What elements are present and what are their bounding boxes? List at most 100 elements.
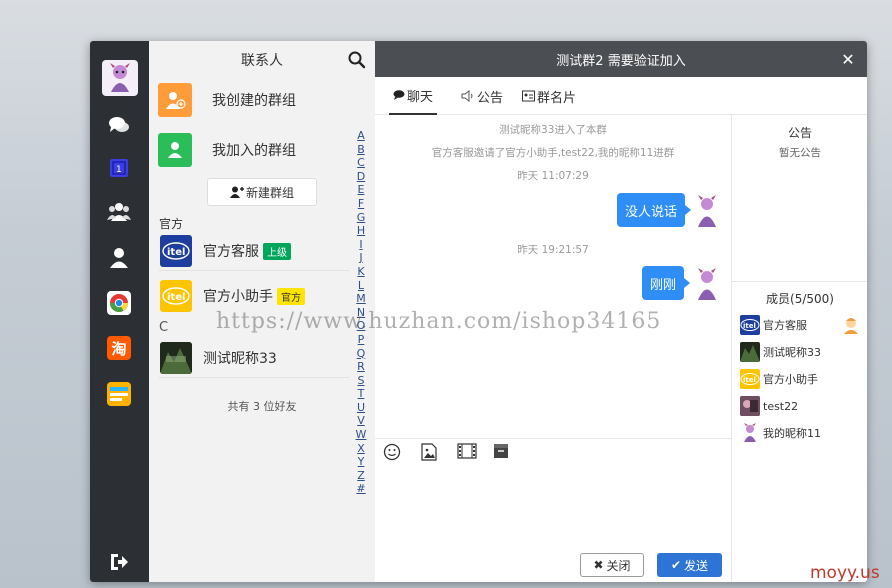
friend-count: 共有 3 位好友: [227, 400, 297, 413]
svg-text:itel: itel: [167, 292, 185, 303]
send-button[interactable]: ✔ 发送: [657, 553, 722, 577]
my-avatar[interactable]: [102, 60, 138, 96]
close-button-label: 关闭: [606, 558, 631, 573]
divider: [732, 281, 867, 282]
tab-notice[interactable]: 公告: [461, 77, 503, 115]
alphabet-letter[interactable]: E: [358, 183, 365, 197]
svg-text:1: 1: [116, 165, 122, 175]
icon-sidebar: 1 淘: [90, 41, 149, 582]
alphabet-letter[interactable]: V: [357, 414, 365, 428]
system-message: 测试昵称33进入了本群: [499, 124, 607, 136]
notes-app-icon[interactable]: [107, 382, 131, 406]
member-avatar: itel: [740, 315, 760, 335]
alphabet-letter[interactable]: J: [359, 251, 362, 265]
speaker-icon: [461, 90, 473, 102]
member-item[interactable]: 测试昵称33: [740, 341, 821, 363]
new-group-label: 新建群组: [245, 185, 294, 200]
member-name: 我的昵称11: [763, 427, 821, 440]
alphabet-letter[interactable]: L: [358, 279, 364, 293]
sender-avatar: [693, 194, 721, 228]
member-name: 官方客服: [763, 319, 807, 332]
alphabet-letter[interactable]: S: [358, 374, 365, 388]
divider: [159, 270, 349, 271]
message-input[interactable]: [375, 468, 731, 548]
svg-text:itel: itel: [167, 247, 185, 258]
video-icon[interactable]: [457, 443, 477, 463]
message-timestamp: 昨天 19:21:57: [517, 244, 589, 256]
owner-icon: [842, 315, 860, 335]
user-icon[interactable]: [107, 246, 131, 270]
member-name: test22: [763, 399, 799, 413]
add-user-icon: [229, 186, 244, 198]
chrome-app-icon[interactable]: [107, 291, 131, 315]
member-name: 测试昵称33: [763, 346, 821, 359]
chat-tabs: 聊天 公告 群名片: [375, 77, 867, 115]
emoji-icon[interactable]: [383, 443, 403, 463]
alphabet-letter[interactable]: P: [358, 333, 365, 347]
contact-row[interactable]: 测试昵称33: [149, 339, 349, 377]
close-icon[interactable]: ✕: [839, 50, 857, 69]
alphabet-letter[interactable]: Q: [357, 347, 366, 361]
alphabet-letter[interactable]: X: [357, 442, 365, 456]
my-created-groups-item[interactable]: 我创建的群组: [149, 76, 349, 124]
corner-watermark: moyy.us: [810, 563, 880, 583]
alphabet-letter[interactable]: Y: [358, 455, 365, 469]
member-avatar: [740, 342, 760, 362]
section-official-title: 官方: [159, 217, 184, 231]
alphabet-letter[interactable]: G: [357, 211, 366, 225]
alphabet-letter[interactable]: R: [357, 360, 365, 374]
image-icon[interactable]: [421, 443, 441, 463]
svg-text:itel: itel: [743, 322, 756, 330]
taobao-label: 淘: [107, 336, 131, 360]
chat-bubbles-icon[interactable]: [107, 113, 131, 137]
tab-chat[interactable]: 聊天: [389, 77, 437, 115]
address-book-icon[interactable]: 1: [107, 156, 131, 180]
my-joined-groups-item[interactable]: 我加入的群组: [149, 126, 349, 174]
search-icon[interactable]: [347, 50, 367, 70]
chat-title: 测试群2 需要验证加入: [556, 53, 686, 69]
contacts-title: 联系人: [241, 53, 283, 69]
message-area: 测试昵称33进入了本群 官方客服邀请了官方小助手,test22,我的昵称11进群…: [375, 116, 731, 438]
contact-name: 测试昵称33: [203, 351, 277, 367]
alphabet-letter[interactable]: W: [356, 428, 367, 442]
contact-avatar: itel: [160, 280, 192, 312]
file-icon[interactable]: [493, 443, 513, 463]
svg-text:itel: itel: [743, 376, 756, 384]
card-icon: [522, 90, 535, 102]
alphabet-letter[interactable]: U: [357, 401, 365, 415]
tab-notice-label: 公告: [477, 90, 504, 106]
member-avatar: [740, 396, 760, 416]
member-item[interactable]: test22: [740, 395, 798, 417]
contact-name: 官方小助手: [203, 289, 273, 305]
alphabet-letter[interactable]: F: [358, 197, 364, 211]
alphabet-letter[interactable]: H: [357, 224, 365, 238]
member-name: 官方小助手: [763, 373, 818, 386]
member-item[interactable]: itel 官方客服: [740, 314, 807, 336]
group-icon[interactable]: [107, 200, 131, 224]
taobao-app-icon[interactable]: 淘: [107, 336, 131, 360]
contact-row[interactable]: itel 官方客服 上级: [149, 232, 349, 270]
watermark-text: https://www.huzhan.com/ishop34165: [216, 309, 662, 334]
alphabet-letter[interactable]: I: [359, 238, 362, 252]
alphabet-letter[interactable]: M: [356, 292, 366, 306]
contact-avatar: itel: [160, 235, 192, 267]
alphabet-letter[interactable]: T: [358, 387, 365, 401]
status-badge: 上级: [263, 242, 291, 260]
member-item[interactable]: itel 官方小助手: [740, 368, 818, 390]
member-item[interactable]: 我的昵称11: [740, 422, 821, 444]
close-button[interactable]: ✖ 关闭: [580, 553, 644, 577]
alphabet-letter[interactable]: A: [357, 129, 365, 143]
chat-header: 测试群2 需要验证加入 ✕: [375, 41, 867, 77]
tab-card[interactable]: 群名片: [522, 77, 576, 115]
alphabet-letter[interactable]: K: [357, 265, 364, 279]
new-group-button[interactable]: 新建群组: [207, 178, 317, 206]
alphabet-letter[interactable]: B: [357, 143, 365, 157]
send-button-label: 发送: [684, 558, 709, 573]
notice-empty: 暂无公告: [779, 147, 821, 159]
logout-icon[interactable]: [107, 550, 131, 574]
alphabet-letter[interactable]: #: [356, 482, 365, 496]
alphabet-letter[interactable]: C: [357, 156, 365, 170]
alphabet-letter[interactable]: D: [357, 170, 365, 184]
contact-name: 官方客服: [203, 244, 259, 260]
alphabet-letter[interactable]: Z: [357, 469, 365, 483]
